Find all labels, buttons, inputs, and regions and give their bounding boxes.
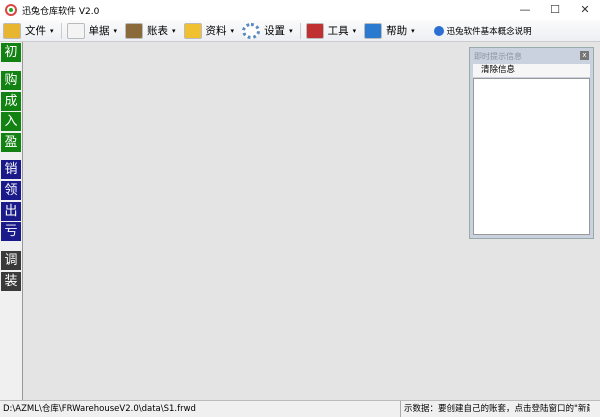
toolbar-menu-label: 设置 [264,25,286,37]
toolbar-menu-5[interactable]: 工具 ▾ [303,21,360,41]
binder-icon [183,22,202,39]
toolbar-menu-4[interactable]: 设置 ▾ [239,21,296,41]
dropdown-arrow-icon: ▾ [172,26,176,35]
folder-icon [3,22,21,39]
toolbar-separator [60,22,62,39]
dropdown-arrow-icon: ▾ [289,26,293,35]
dropdown-arrow-icon: ▾ [352,26,357,35]
maximize-button[interactable]: ☐ [540,0,570,20]
sidebar-button-3-0[interactable]: 调 [1,251,21,270]
dropdown-arrow-icon: ▾ [230,26,235,35]
toolbar: 文件 ▾ 单据 ▾ 账表 ▾ 资料 ▾ 设置 ▾ 工具 ▾ 帮助 ▾ 迅兔软件基本概念说明 [0,20,600,42]
toolbar-menu-label: 帮助 [386,25,408,37]
minimize-button[interactable]: — [510,0,540,20]
app-logo-icon [5,4,17,16]
concept-help-link[interactable]: 迅兔软件基本概念说明 [433,25,532,37]
document-icon [66,22,85,39]
clear-info-button[interactable]: 清除信息 [473,64,590,77]
sidebar-button-2-1[interactable]: 领 [1,181,21,200]
sidebar-button-2-0[interactable]: 销 [1,160,21,179]
sidebar-button-2-2[interactable]: 出 [1,202,21,221]
toolbar-menu-3[interactable]: 资料 ▾ [181,21,238,41]
window-title: 迅兔仓库软件 V2.0 [22,6,100,17]
title-bar: 迅兔仓库软件 V2.0 — ☐ ✕ [0,0,600,20]
toolbar-menu-2[interactable]: 账表 ▾ [122,21,179,41]
sidebar-button-1-1[interactable]: 成 [1,92,21,111]
tools-icon [305,22,324,39]
sidebar-button-3-1[interactable]: 装 [1,272,21,291]
sidebar-button-2-3[interactable]: 亏 [1,222,21,241]
info-icon [364,22,383,39]
toolbar-menu-label: 账表 [147,25,169,37]
dropdown-arrow-icon: ▾ [50,26,54,35]
panel-title: 即时提示信息 [474,52,522,61]
close-button[interactable]: ✕ [570,0,600,20]
status-hint: 示数据：要创建自己的账套，点击登陆窗口的"新建"按钮 [400,401,590,417]
toolbar-menu-label: 文件 [25,25,46,37]
toolbar-menu-label: 资料 [205,25,227,37]
panel-close-button[interactable]: x [580,51,589,60]
concept-help-label: 迅兔软件基本概念说明 [446,26,532,37]
tips-list [473,78,590,235]
toolbar-menu-0[interactable]: 文件 ▾ [0,21,57,41]
ie-globe-icon [433,25,444,36]
instant-tips-panel: 即时提示信息 x 清除信息 [469,47,594,239]
dropdown-arrow-icon: ▾ [411,26,415,35]
dropdown-arrow-icon: ▾ [113,26,118,35]
ledger-book-icon [125,22,144,39]
sidebar-button-0-0[interactable]: 初 [1,43,21,62]
sidebar: 初购成入盈销领出亏调装 [0,42,22,400]
toolbar-menu-6[interactable]: 帮助 ▾ [361,21,418,41]
status-bar: D:\AZML\仓库\FRWarehouseV2.0\data\S1.frwd … [0,400,600,417]
status-path: D:\AZML\仓库\FRWarehouseV2.0\data\S1.frwd [3,404,196,414]
sidebar-button-1-2[interactable]: 入 [1,112,21,131]
gear-icon [242,22,261,39]
toolbar-menu-label: 单据 [88,25,110,37]
toolbar-menu-1[interactable]: 单据 ▾ [64,21,121,41]
sidebar-button-1-3[interactable]: 盈 [1,133,21,152]
toolbar-separator [299,22,301,39]
sidebar-button-1-0[interactable]: 购 [1,71,21,90]
toolbar-menu-label: 工具 [327,25,349,37]
